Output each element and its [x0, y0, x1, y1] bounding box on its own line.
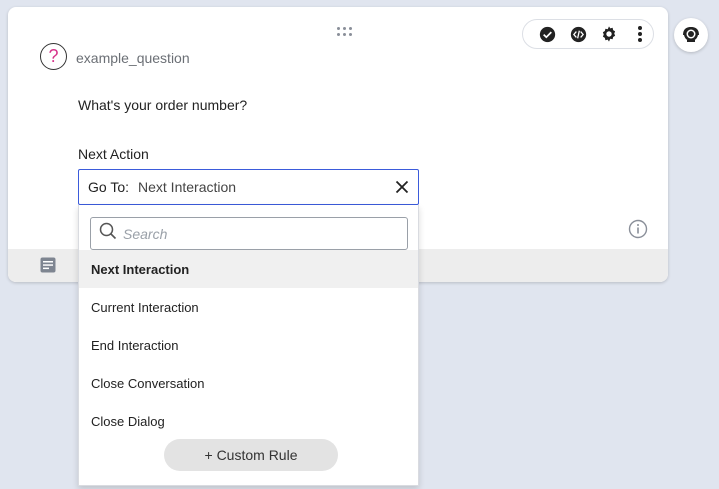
question-name[interactable]: example_question — [76, 50, 190, 66]
info-icon[interactable] — [628, 219, 648, 239]
option-list: Next Interaction Current Interaction End… — [79, 250, 418, 440]
option-next-interaction[interactable]: Next Interaction — [79, 250, 418, 288]
search-input[interactable] — [123, 225, 407, 242]
option-close-dialog[interactable]: Close Dialog — [79, 402, 418, 440]
check-circle-icon[interactable] — [537, 24, 557, 44]
option-current-interaction[interactable]: Current Interaction — [79, 288, 418, 326]
next-action-select[interactable]: Go To: Next Interaction — [78, 169, 419, 205]
search-icon — [99, 222, 117, 245]
next-action-label: Next Action — [78, 146, 149, 162]
close-icon[interactable] — [394, 179, 410, 195]
dropdown-search — [90, 217, 408, 250]
assistant-icon[interactable] — [674, 18, 708, 52]
option-close-conversation[interactable]: Close Conversation — [79, 364, 418, 402]
question-prompt[interactable]: What's your order number? — [78, 97, 247, 113]
custom-rule-button[interactable]: + Custom Rule — [164, 439, 338, 471]
card-toolbar — [522, 19, 654, 49]
select-prefix: Go To: — [88, 179, 129, 195]
drag-handle-icon[interactable] — [337, 27, 353, 41]
more-vertical-icon[interactable] — [630, 24, 650, 44]
note-icon[interactable] — [40, 257, 56, 273]
question-type-icon: ? — [40, 43, 67, 70]
gear-icon[interactable] — [599, 24, 619, 44]
code-icon[interactable] — [568, 24, 588, 44]
option-end-interaction[interactable]: End Interaction — [79, 326, 418, 364]
select-value: Next Interaction — [138, 179, 237, 195]
next-action-dropdown: Next Interaction Current Interaction End… — [78, 205, 419, 486]
